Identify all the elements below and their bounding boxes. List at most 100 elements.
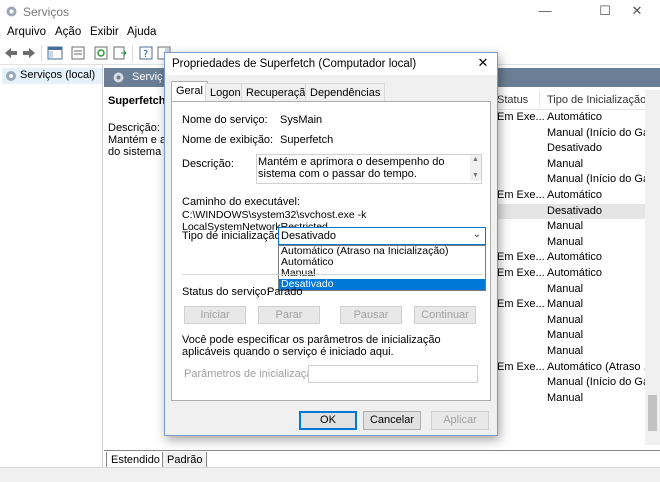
start-button[interactable]: Iniciar bbox=[184, 306, 246, 324]
ok-button[interactable]: OK bbox=[299, 411, 357, 430]
status-bar bbox=[0, 467, 660, 482]
row-status: Em Exe... bbox=[497, 361, 545, 373]
menu-bar: Arquivo Ação Exibir Ajuda bbox=[0, 23, 660, 42]
row-startup-type: Manual bbox=[547, 236, 584, 248]
startup-type-dropdown: Automático (Atraso na Inicialização) Aut… bbox=[278, 245, 486, 291]
svg-text:?: ? bbox=[143, 49, 148, 60]
row-startup-type: Automático bbox=[547, 189, 603, 201]
minimize-button[interactable]: — bbox=[522, 0, 568, 23]
service-name-value: SysMain bbox=[280, 114, 323, 126]
services-window: Serviços — ☐ ✕ Arquivo Ação Exibir Ajuda… bbox=[0, 0, 660, 482]
refresh-icon[interactable] bbox=[93, 45, 109, 61]
main-pane-title: Serviç bbox=[132, 71, 163, 83]
column-header-startup-type[interactable]: Tipo de Inicialização bbox=[547, 94, 646, 106]
tab-dependencias[interactable]: Dependências bbox=[305, 83, 386, 101]
row-status: Em Exe... bbox=[497, 267, 545, 279]
detail-service-title: Superfetch bbox=[108, 95, 166, 107]
forward-arrow-icon[interactable] bbox=[21, 45, 37, 61]
close-icon: ✕ bbox=[631, 3, 643, 18]
row-startup-type: Desativado bbox=[547, 205, 603, 217]
view-tabs: Estendido Padrão bbox=[104, 450, 660, 468]
tree-item-services-local[interactable]: Serviços (local) bbox=[2, 68, 102, 84]
startup-type-select[interactable]: Desativado ⌄ bbox=[278, 227, 486, 245]
divider bbox=[182, 274, 482, 275]
row-startup-type: Manual bbox=[547, 392, 584, 404]
tab-padrao[interactable]: Padrão bbox=[162, 452, 208, 468]
menu-arquivo[interactable]: Arquivo bbox=[7, 26, 46, 38]
row-startup-type: Manual (Início do Ga... bbox=[547, 127, 659, 139]
option-disabled[interactable]: Desativado bbox=[279, 279, 485, 290]
general-tab-page: Nome do serviço: SysMain Nome de exibiçã… bbox=[171, 101, 491, 401]
tab-logon[interactable]: Logon bbox=[205, 83, 246, 101]
description-text: Mantém e aprimora o desempenho do sistem… bbox=[258, 156, 445, 180]
display-name-label: Nome de exibição: bbox=[182, 134, 274, 146]
detail-desc-line: Mantém e ap bbox=[108, 134, 173, 146]
tab-estendido[interactable]: Estendido bbox=[106, 452, 165, 468]
startup-type-label: Tipo de inicialização: bbox=[182, 230, 284, 242]
dialog-title-bar: Propriedades de Superfetch (Computador l… bbox=[165, 53, 497, 75]
detail-desc-label: Descrição: bbox=[108, 122, 160, 134]
row-startup-type: Automático bbox=[547, 251, 603, 263]
description-box[interactable]: Mantém e aprimora o desempenho do sistem… bbox=[256, 154, 482, 184]
close-icon: ✕ bbox=[477, 55, 489, 70]
row-startup-type: Desativado bbox=[547, 142, 603, 154]
row-startup-type: Automático bbox=[547, 111, 603, 123]
dialog-title: Propriedades de Superfetch (Computador l… bbox=[172, 58, 417, 70]
properties-dialog: Propriedades de Superfetch (Computador l… bbox=[164, 52, 498, 436]
row-status: Em Exe... bbox=[497, 251, 545, 263]
row-startup-type: Manual bbox=[547, 220, 584, 232]
row-startup-type: Manual bbox=[547, 298, 584, 310]
close-button[interactable]: ✕ bbox=[614, 0, 660, 23]
service-status-value: Parado bbox=[267, 286, 303, 298]
description-scrollbar[interactable]: ▲ ▼ bbox=[470, 155, 481, 181]
service-name-label: Nome do serviço: bbox=[182, 114, 268, 126]
row-startup-type: Manual bbox=[547, 345, 584, 357]
apply-button[interactable]: Aplicar bbox=[431, 411, 489, 430]
row-startup-type: Manual (Início do Ga... bbox=[547, 376, 659, 388]
help-icon[interactable]: ? bbox=[138, 45, 154, 61]
continue-button[interactable]: Continuar bbox=[414, 306, 476, 324]
menu-ajuda[interactable]: Ajuda bbox=[127, 26, 156, 38]
gear-icon bbox=[6, 71, 16, 81]
export-list-icon[interactable] bbox=[112, 45, 128, 61]
row-status: Em Exe... bbox=[497, 111, 545, 123]
maximize-icon: ☐ bbox=[599, 3, 611, 18]
window-title: Serviços bbox=[23, 5, 70, 19]
menu-exibir[interactable]: Exibir bbox=[90, 26, 119, 38]
pause-button[interactable]: Pausar bbox=[340, 306, 402, 324]
display-name-value: Superfetch bbox=[280, 134, 334, 146]
dialog-close-button[interactable]: ✕ bbox=[473, 55, 493, 73]
show-console-tree-icon[interactable] bbox=[47, 45, 63, 61]
row-startup-type: Manual bbox=[547, 283, 584, 295]
parameters-label: Parâmetros de inicialização: bbox=[184, 368, 322, 380]
startup-type-value: Desativado bbox=[281, 230, 337, 242]
console-tree: Serviços (local) bbox=[0, 65, 103, 482]
detail-desc-line: do sistema c bbox=[108, 146, 170, 158]
row-status: Em Exe... bbox=[497, 298, 545, 310]
chevron-down-icon: ⌄ bbox=[472, 229, 481, 240]
tab-geral[interactable]: Geral bbox=[171, 81, 208, 102]
gear-icon bbox=[113, 72, 124, 83]
services-app-icon bbox=[6, 6, 17, 17]
column-header-status[interactable]: Status bbox=[497, 94, 528, 106]
row-startup-type: Automático bbox=[547, 267, 603, 279]
minimize-icon: — bbox=[538, 3, 552, 18]
parameters-input[interactable] bbox=[308, 365, 478, 383]
row-status: Em Exe... bbox=[497, 189, 545, 201]
menu-acao[interactable]: Ação bbox=[55, 26, 81, 38]
service-status-label: Status do serviço: bbox=[182, 286, 270, 298]
list-scrollbar[interactable] bbox=[645, 90, 660, 445]
description-label: Descrição: bbox=[182, 158, 234, 170]
row-startup-type: Manual bbox=[547, 329, 584, 341]
path-label: Caminho do executável: bbox=[182, 196, 301, 208]
cancel-button[interactable]: Cancelar bbox=[363, 411, 421, 430]
stop-button[interactable]: Parar bbox=[258, 306, 320, 324]
parameters-hint: Você pode especificar os parâmetros de i… bbox=[182, 334, 441, 358]
tree-item-label: Serviços (local) bbox=[20, 69, 96, 81]
scrollbar-thumb[interactable] bbox=[648, 395, 657, 431]
properties-icon[interactable] bbox=[70, 45, 86, 61]
row-startup-type: Manual (Início do Ga... bbox=[547, 173, 659, 185]
back-arrow-icon[interactable] bbox=[3, 45, 19, 61]
list-header: Status Tipo de Inicialização bbox=[494, 90, 660, 110]
title-bar: Serviços — ☐ ✕ bbox=[0, 0, 660, 23]
